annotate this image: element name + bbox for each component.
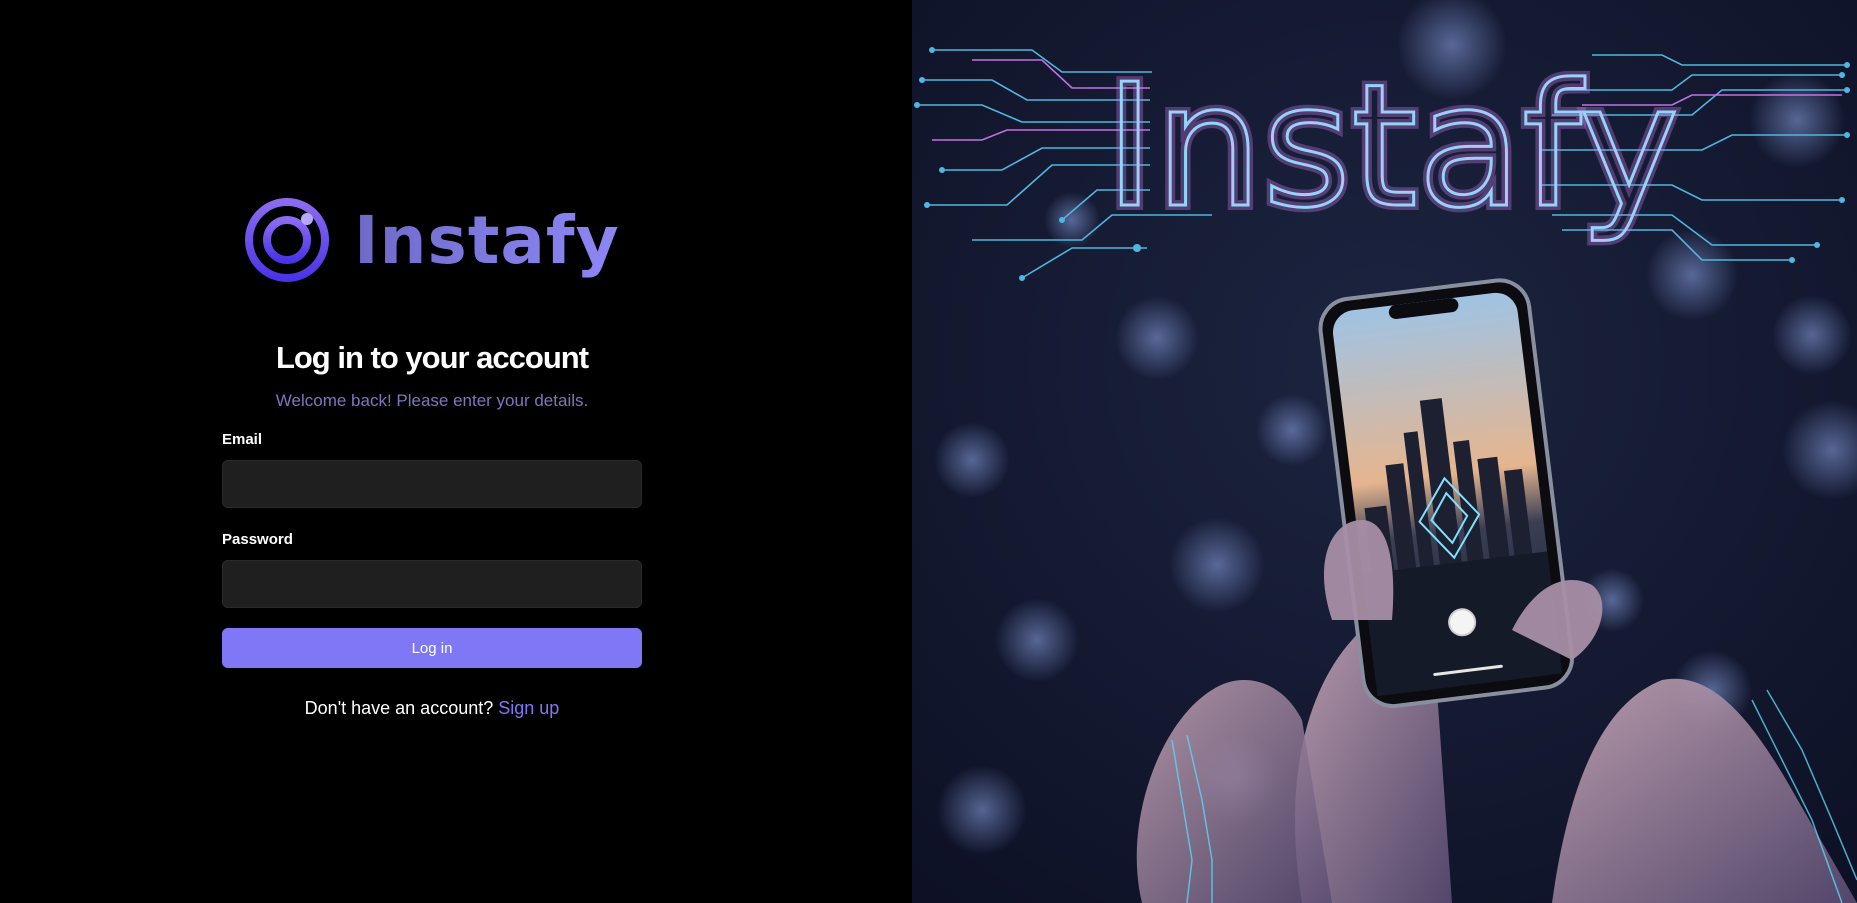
- hero-image: Instafy Instafy Instafy: [912, 0, 1857, 903]
- email-field[interactable]: [222, 460, 642, 508]
- signup-prompt: Don't have an account?: [304, 698, 494, 718]
- signup-link[interactable]: Sign up: [498, 698, 559, 718]
- svg-text:Instafy: Instafy: [1105, 48, 1680, 246]
- brand-logo: Instafy: [244, 195, 619, 285]
- email-label: Email: [222, 431, 263, 448]
- brand-name: Instafy: [354, 201, 620, 279]
- hero-illustration: Instafy Instafy Instafy: [912, 0, 1857, 903]
- camera-ring-icon: [245, 198, 329, 282]
- login-panel: Instafy Log in to your account Welcome b…: [0, 0, 912, 903]
- login-button[interactable]: Log in: [222, 628, 642, 668]
- neon-wordmark: Instafy Instafy Instafy: [1100, 43, 1685, 251]
- signup-row: Don't have an account? Sign up: [0, 698, 864, 719]
- password-label: Password: [222, 531, 293, 548]
- password-field[interactable]: [222, 560, 642, 608]
- page-subtitle: Welcome back! Please enter your details.: [275, 391, 589, 410]
- page-title: Log in to your account: [275, 340, 589, 375]
